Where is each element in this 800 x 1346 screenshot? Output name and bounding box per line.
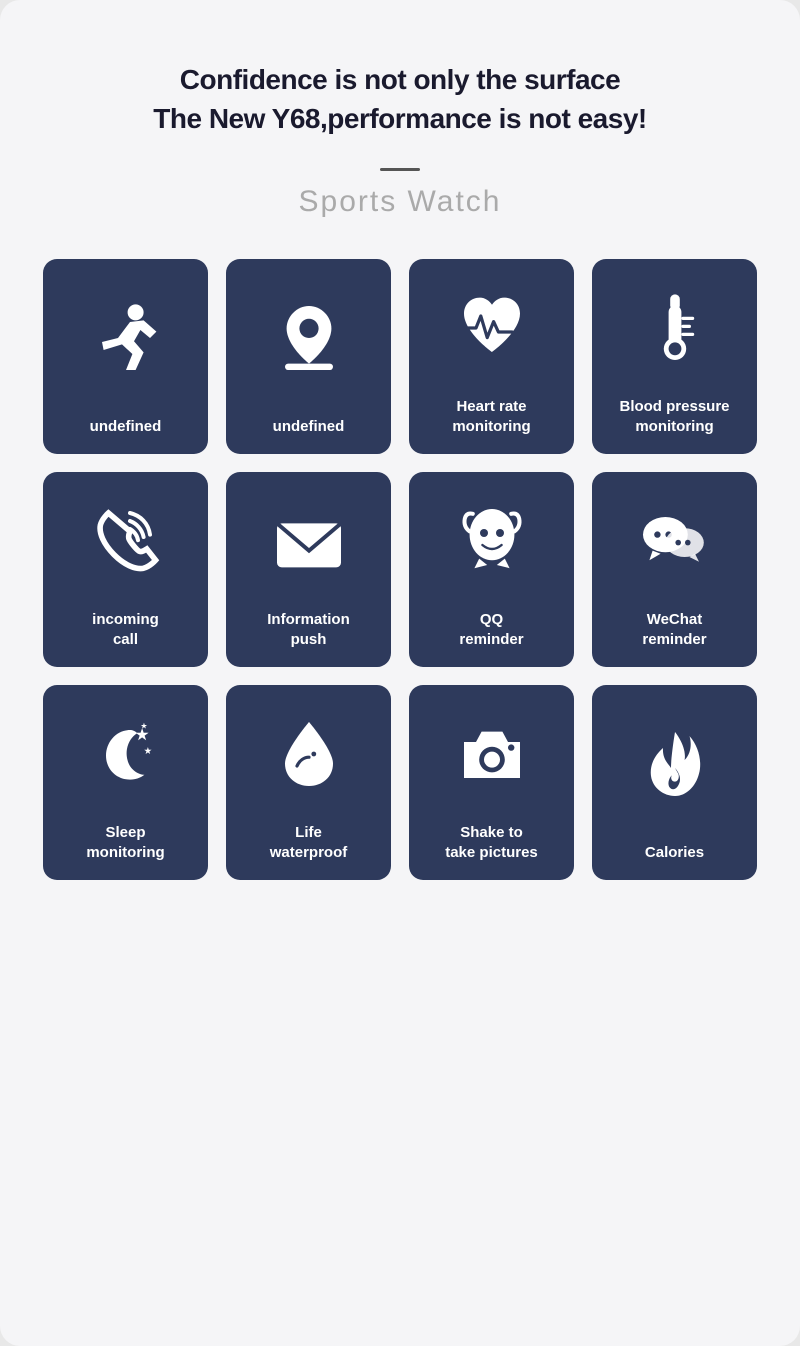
headline-line2: The New Y68,performance is not easy! (153, 103, 646, 134)
divider (380, 168, 420, 171)
feature-card-heart-rate[interactable]: Heart ratemonitoring (409, 259, 574, 454)
svg-text:★: ★ (143, 746, 152, 757)
heart-rate-icon (409, 259, 574, 397)
blood-pressure-icon (592, 259, 757, 397)
information-push-icon (226, 472, 391, 610)
life-waterproof-label: Lifewaterproof (260, 823, 358, 862)
feature-card-running[interactable]: undefined (43, 259, 208, 454)
feature-card-distance[interactable]: undefined (226, 259, 391, 454)
headline-line1: Confidence is not only the surface (180, 64, 620, 95)
qq-reminder-label: QQreminder (449, 610, 533, 649)
page-container: Confidence is not only the surface The N… (0, 0, 800, 1346)
running-label: undefined (80, 417, 172, 437)
incoming-call-label: incomingcall (82, 610, 169, 649)
life-waterproof-icon (226, 685, 391, 823)
incoming-call-icon (43, 472, 208, 610)
heart-rate-label: Heart ratemonitoring (442, 397, 540, 436)
feature-card-wechat-reminder[interactable]: WeChatreminder (592, 472, 757, 667)
distance-icon (226, 259, 391, 417)
feature-card-information-push[interactable]: Informationpush (226, 472, 391, 667)
distance-label: undefined (263, 417, 355, 437)
headline: Confidence is not only the surface The N… (153, 60, 646, 138)
calories-label: Calories (635, 843, 714, 863)
feature-card-calories[interactable]: Calories (592, 685, 757, 880)
shake-pictures-label: Shake totake pictures (435, 823, 548, 862)
shake-pictures-icon (409, 685, 574, 823)
features-grid: undefined undefined Heart ratemonitoring… (43, 259, 757, 880)
feature-card-blood-pressure[interactable]: Blood pressuremonitoring (592, 259, 757, 454)
feature-card-shake-pictures[interactable]: Shake totake pictures (409, 685, 574, 880)
qq-reminder-icon (409, 472, 574, 610)
information-push-label: Informationpush (257, 610, 360, 649)
wechat-reminder-icon (592, 472, 757, 610)
section-title: Sports Watch (299, 185, 502, 219)
calories-icon (592, 685, 757, 843)
wechat-reminder-label: WeChatreminder (632, 610, 716, 649)
feature-card-life-waterproof[interactable]: Lifewaterproof (226, 685, 391, 880)
blood-pressure-label: Blood pressuremonitoring (609, 397, 739, 436)
feature-card-qq-reminder[interactable]: QQreminder (409, 472, 574, 667)
running-icon (43, 259, 208, 417)
sleep-monitoring-label: Sleepmonitoring (76, 823, 174, 862)
svg-text:★: ★ (140, 722, 147, 731)
feature-card-incoming-call[interactable]: incomingcall (43, 472, 208, 667)
sleep-monitoring-icon: ★ ★ ★ (43, 685, 208, 823)
feature-card-sleep-monitoring[interactable]: ★ ★ ★ Sleepmonitoring (43, 685, 208, 880)
